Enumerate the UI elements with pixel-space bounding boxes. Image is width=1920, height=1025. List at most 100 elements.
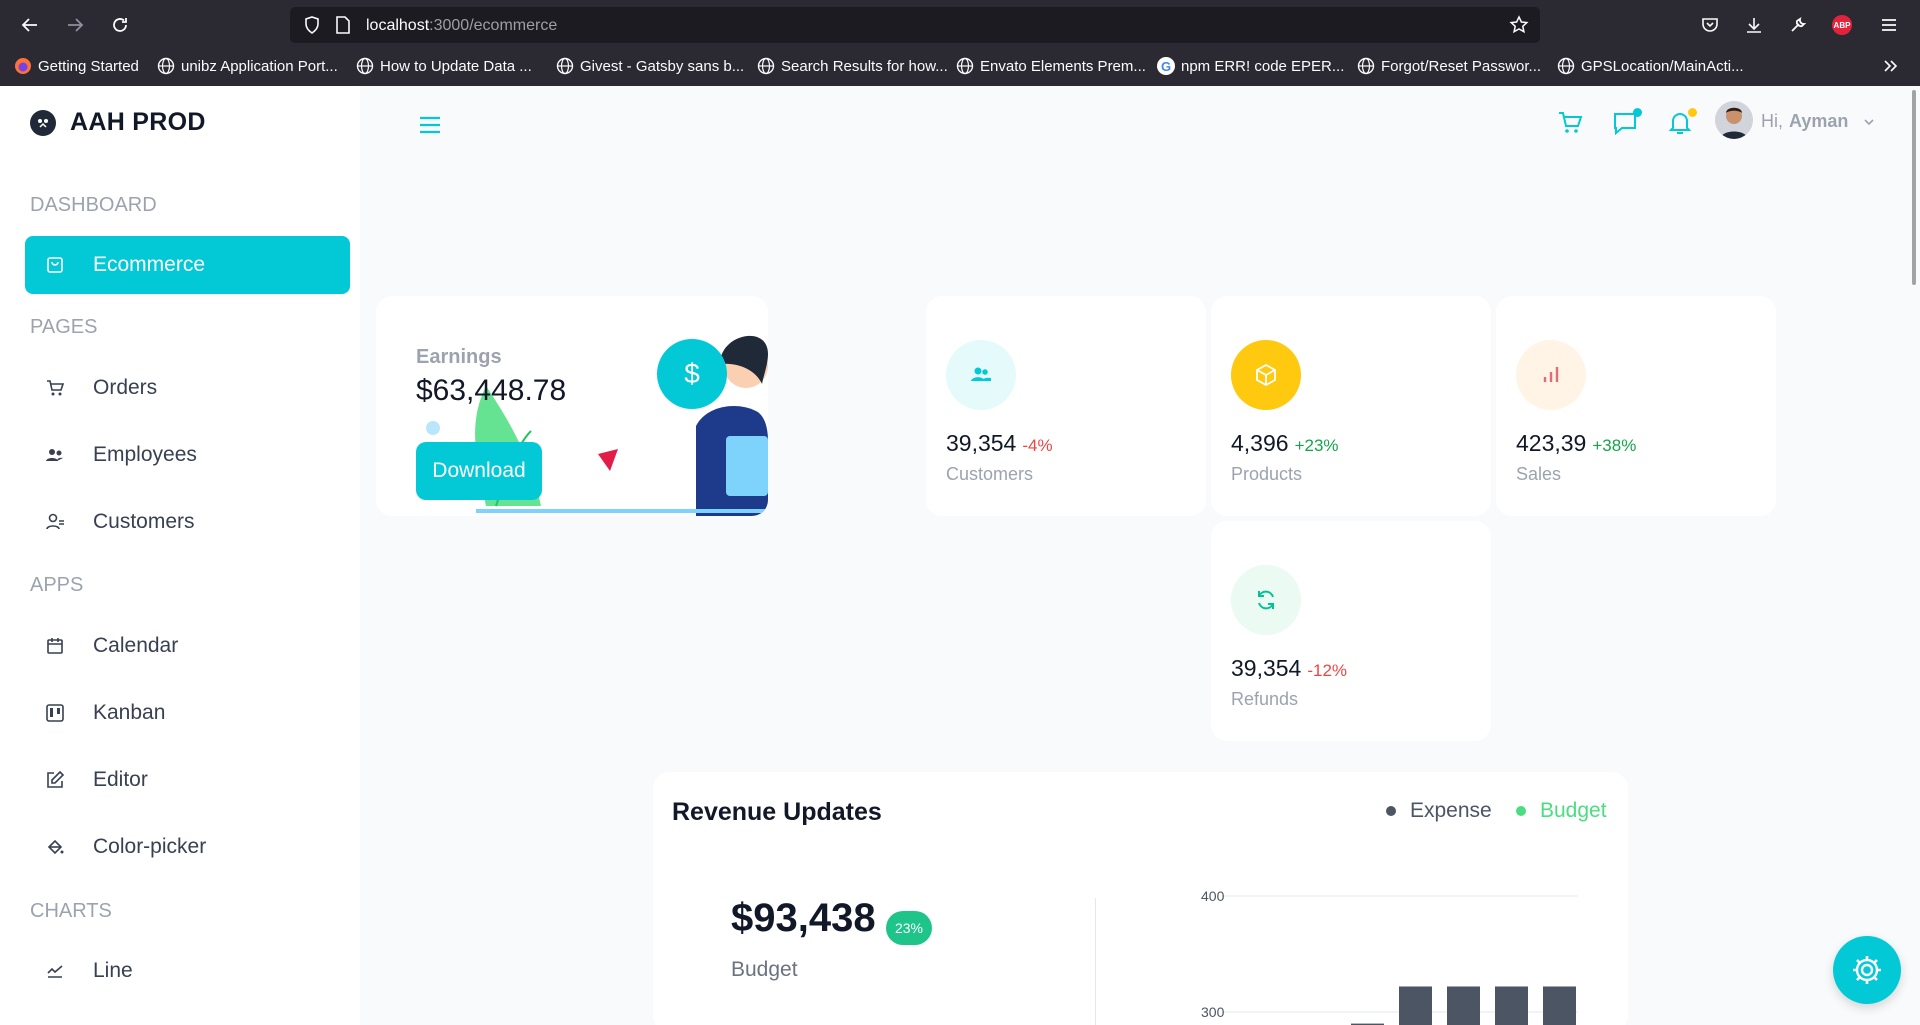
address-bar[interactable]: localhost:3000/ecommerce [290,7,1540,43]
divider [1095,898,1096,1025]
wrench-icon [1791,16,1807,32]
gear-icon [1853,956,1881,984]
globe-icon [956,57,974,75]
download-button[interactable]: Download [416,442,542,500]
sidebar-item-label: Customers [93,510,195,533]
chat-button[interactable] [1610,108,1642,138]
sidebar-item-label: Kanban [93,701,166,724]
downloads-button[interactable] [1742,13,1766,37]
expense-bar [1495,986,1528,1025]
sidebar-item-label: Employees [93,443,197,466]
section-title-pages: PAGES [30,316,98,338]
stat-label: Refunds [1231,689,1299,709]
reload-icon [113,18,127,32]
stat-number: 4,396 [1231,430,1289,456]
brand-logo-icon [30,109,56,136]
page-scrollbar[interactable] [1912,90,1916,285]
adblock-button[interactable]: ABP [1830,13,1854,37]
reload-button[interactable] [107,12,133,38]
earnings-label: Earnings [416,346,502,368]
adblock-icon: ABP [1832,15,1852,35]
sidebar-item-employees[interactable]: Employees [25,426,350,484]
sidebar-item-color-picker[interactable]: Color-picker [25,818,350,876]
user-icon [46,513,64,530]
sidebar-item-label: Ecommerce [93,253,206,276]
sidebar-item-line[interactable]: Line [25,942,350,1000]
stat-number: 39,354 [1231,655,1302,681]
legend-budget-label: Budget [1540,799,1607,822]
expense-bar [1399,986,1432,1025]
star-icon[interactable] [1509,15,1529,35]
bookmark-label: Search Results for how... [781,57,948,75]
pocket-button[interactable] [1698,13,1722,37]
budget-label: Budget [731,958,798,981]
stat-card-sales: 423,39 +38% Sales [1496,296,1776,516]
url-text[interactable]: localhost:3000/ecommerce [366,17,557,35]
main-content: Hi, Ayman Earnings $63,448.78 $ Download … [360,86,1920,1025]
tools-button[interactable] [1786,13,1810,37]
customers-icon[interactable] [946,340,1016,410]
notification-button[interactable] [1665,108,1697,138]
section-title-charts: CHARTS [30,900,112,922]
forward-button[interactable] [62,12,88,38]
globe-icon [356,57,374,75]
cart-button[interactable] [1555,108,1585,138]
expense-bar [1447,986,1480,1025]
brand[interactable]: AAH PROD [30,108,206,137]
notification-dot [1688,108,1697,117]
bookmark-item[interactable]: GPSLocation/MainActi... [1557,57,1744,75]
legend-budget[interactable]: Budget [1516,799,1607,823]
chevron-down-icon[interactable] [1862,115,1876,129]
stat-label: Products [1231,464,1303,484]
revenue-title: Revenue Updates [672,798,882,826]
back-button[interactable] [17,12,43,38]
download-icon [1747,18,1761,33]
sidebar-item-label: Line [93,959,133,982]
browser-chrome: localhost:3000/ecommerce ABP Getting Sta… [0,0,1920,86]
earnings-value: $63,448.78 [416,374,567,407]
kanban-icon [46,704,64,722]
sidebar-item-orders[interactable]: Orders [25,359,350,417]
brand-name: AAH PROD [70,108,206,136]
stat-number: 423,39 [1516,430,1587,456]
sidebar-item-calendar[interactable]: Calendar [25,617,350,675]
shield-icon[interactable] [302,15,322,35]
sidebar-item-label: Color-picker [93,835,207,858]
bookmark-item[interactable]: Forgot/Reset Passwor... [1357,57,1541,75]
refresh-icon[interactable] [1231,565,1301,635]
stat-percentage: +38% [1592,436,1637,455]
pocket-icon [1702,18,1718,32]
bookmark-label: Forgot/Reset Passwor... [1381,57,1542,75]
user-greeting[interactable]: Hi, Ayman [1761,111,1848,132]
bookmark-item[interactable]: Givest - Gatsby sans b... [556,57,744,75]
sidebar-item-label: Orders [93,376,158,399]
box-icon[interactable] [1231,340,1301,410]
chat-dot [1633,108,1642,117]
sidebar-item-editor[interactable]: Editor [25,751,350,809]
bookmark-item[interactable]: unibz Application Port... [157,57,338,75]
legend-expense[interactable]: Expense [1386,799,1492,823]
bookmark-item[interactable]: Getting Started [14,57,139,75]
sidebar-toggle-button[interactable] [417,112,443,138]
chevron-double-right-icon [1884,60,1898,72]
stat-percentage: -12% [1307,661,1348,680]
settings-button[interactable] [1833,936,1901,1004]
sidebar-item-customers[interactable]: Customers [25,493,350,551]
bookmark-label: GPSLocation/MainActi... [1581,57,1744,75]
bookmark-item[interactable]: G npm ERR! code EPER... [1157,57,1344,75]
globe-icon [757,57,775,75]
avatar[interactable] [1715,101,1753,139]
stat-value: 423,39 +38% [1516,430,1636,457]
bookmarks-overflow-button[interactable] [1882,57,1900,75]
user-name: Ayman [1789,111,1849,131]
bookmark-item[interactable]: Envato Elements Prem... [956,57,1146,75]
bookmark-label: How to Update Data ... [380,57,532,75]
stat-card-refunds: 39,354 -12% Refunds [1211,521,1491,741]
bar-chart-icon[interactable] [1516,340,1586,410]
bookmark-item[interactable]: Search Results for how... [757,57,948,75]
bookmark-item[interactable]: How to Update Data ... [356,57,532,75]
sidebar-item-kanban[interactable]: Kanban [25,684,350,742]
y-tick-label: 400 [1201,888,1225,904]
menu-button[interactable] [1877,13,1901,37]
sidebar-item-ecommerce[interactable]: Ecommerce [25,236,350,294]
